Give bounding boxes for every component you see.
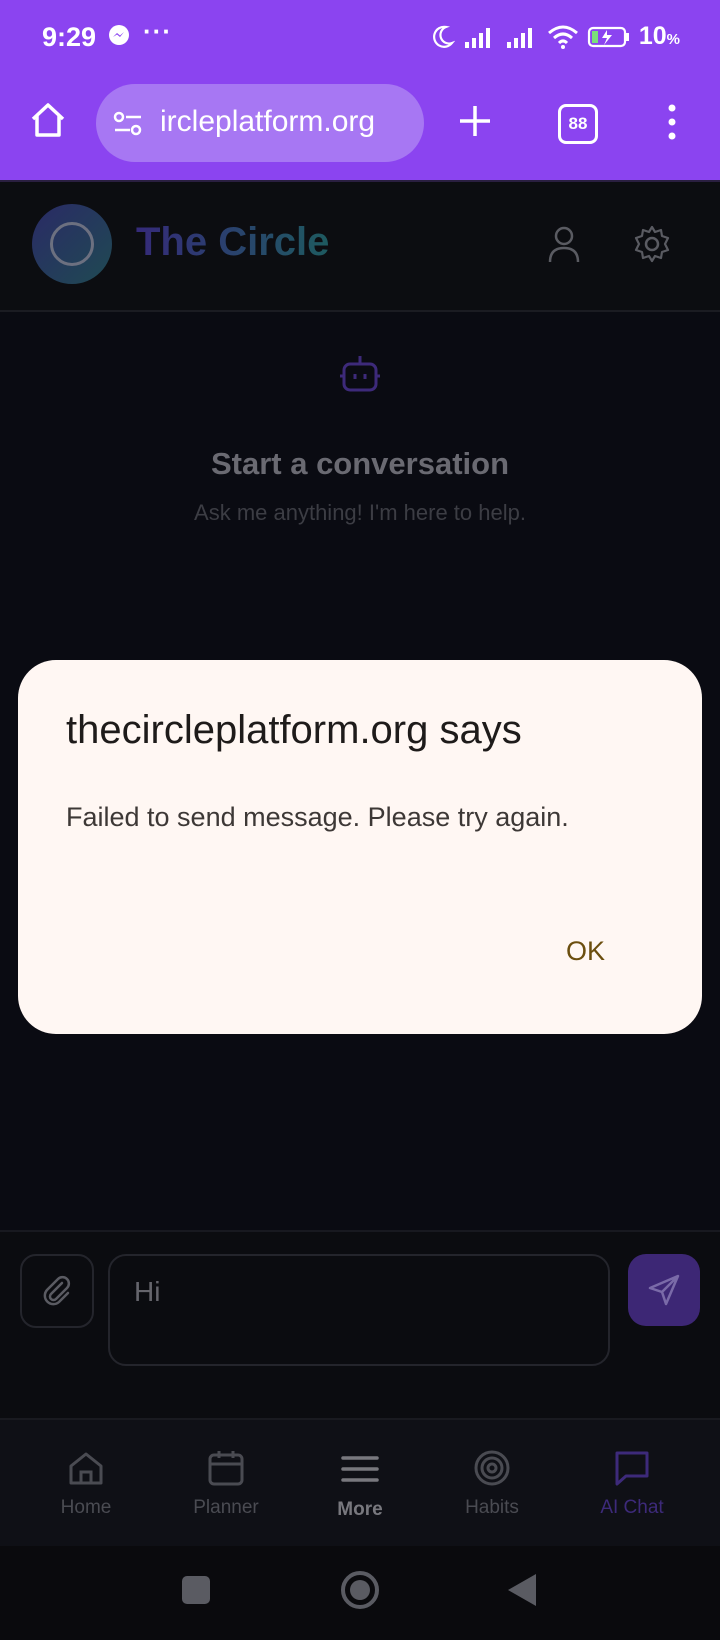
- nav-planner[interactable]: Planner: [161, 1448, 291, 1519]
- nav-ai-chat-label: AI Chat: [600, 1497, 664, 1518]
- tab-switcher-button[interactable]: 88: [558, 104, 598, 144]
- recents-icon[interactable]: [180, 1574, 212, 1606]
- status-bar: 9:29 ··· 10%: [0, 0, 720, 78]
- menu-icon: [341, 1456, 379, 1482]
- circle-logo-icon: [50, 222, 94, 266]
- bot-icon: [340, 356, 380, 392]
- battery-value: 10: [638, 22, 667, 50]
- message-input[interactable]: Hi: [108, 1254, 610, 1366]
- status-indicators: 10%: [429, 22, 680, 51]
- nav-home[interactable]: Home: [21, 1448, 151, 1519]
- empty-state-title: Start a conversation: [210, 446, 510, 481]
- chat-icon: [615, 1451, 649, 1486]
- app-title: The Circle: [136, 220, 330, 264]
- signal-icon-2: [506, 27, 532, 48]
- nav-home-label: Home: [60, 1497, 112, 1518]
- overflow-menu-icon[interactable]: [660, 102, 684, 142]
- attach-button[interactable]: [20, 1254, 94, 1328]
- app-logo: [32, 204, 112, 284]
- status-time: 9:29: [42, 22, 97, 52]
- send-icon: [648, 1274, 680, 1306]
- calendar-icon: [208, 1451, 244, 1486]
- send-button[interactable]: [628, 1254, 700, 1326]
- settings-gear-icon[interactable]: [632, 224, 672, 264]
- signal-icon: [464, 27, 490, 48]
- more-notifications-icon: ···: [143, 16, 172, 46]
- new-tab-icon[interactable]: [456, 102, 494, 140]
- system-navigation-bar: [0, 1546, 720, 1640]
- messenger-icon: [109, 25, 129, 45]
- nav-ai-chat[interactable]: AI Chat: [567, 1448, 697, 1519]
- target-icon: [474, 1450, 510, 1486]
- dialog-message: Failed to send message. Please try again…: [66, 802, 569, 832]
- paperclip-icon: [43, 1275, 71, 1306]
- home-button-icon[interactable]: [340, 1570, 380, 1610]
- message-composer: Hi: [0, 1230, 720, 1420]
- nav-planner-label: Planner: [193, 1497, 259, 1518]
- home-icon[interactable]: [28, 100, 68, 140]
- back-icon[interactable]: [506, 1572, 538, 1608]
- battery-icon: [587, 26, 629, 47]
- app-header: The Circle: [0, 182, 720, 312]
- profile-icon[interactable]: [544, 224, 584, 266]
- battery-unit: %: [666, 31, 680, 48]
- site-settings-icon[interactable]: [112, 108, 144, 140]
- ok-button[interactable]: OK: [558, 932, 613, 971]
- nav-more[interactable]: More: [295, 1448, 425, 1521]
- alert-dialog: thecircleplatform.org says Failed to sen…: [18, 660, 702, 1034]
- battery-level: 10%: [639, 22, 680, 51]
- bottom-nav: Home Planner More Habits AI Chat: [0, 1418, 720, 1548]
- wifi-icon: [547, 25, 578, 49]
- dialog-title: thecircleplatform.org says: [66, 708, 522, 752]
- nav-habits-label: Habits: [465, 1497, 519, 1518]
- url-text: ircleplatform.org: [160, 105, 376, 138]
- empty-state-subtitle: Ask me anything! I'm here to help.: [194, 500, 526, 525]
- nav-more-label: More: [337, 1499, 383, 1520]
- home-icon: [69, 1452, 103, 1485]
- nav-habits[interactable]: Habits: [427, 1448, 557, 1519]
- address-bar[interactable]: ircleplatform.org: [96, 84, 424, 162]
- browser-toolbar: ircleplatform.org 88: [0, 78, 720, 182]
- moon-icon: [432, 25, 455, 48]
